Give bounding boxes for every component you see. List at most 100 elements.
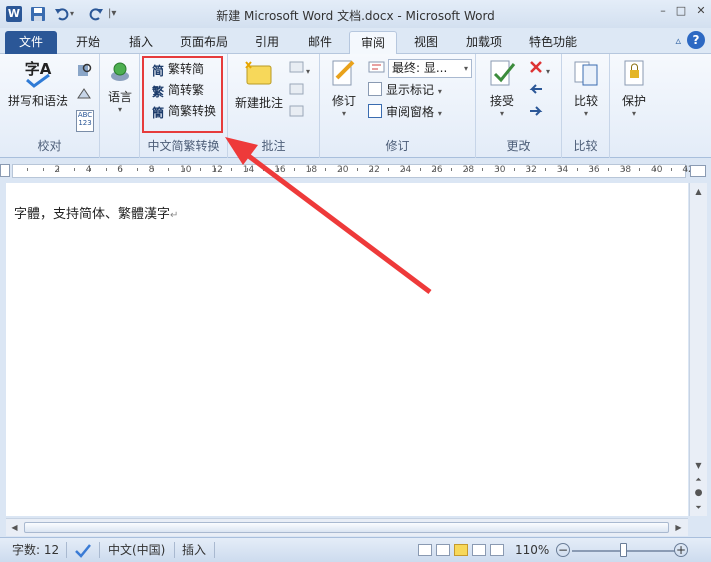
draft-view-icon[interactable]	[490, 544, 504, 556]
view-ruler-icon[interactable]	[690, 165, 706, 177]
horizontal-scroll-thumb[interactable]	[24, 522, 669, 533]
display-dropdown-icon: ▾	[463, 64, 468, 73]
tab-selector-icon[interactable]	[0, 164, 10, 177]
ruler-tick	[482, 168, 484, 171]
window-title: 新建 Microsoft Word 文档.docx - Microsoft Wo…	[216, 9, 495, 23]
new-comment-button[interactable]: 新建批注	[230, 60, 288, 111]
previous-page-icon[interactable]: ⏶	[692, 473, 705, 486]
scroll-right-icon[interactable]: ▶	[672, 521, 685, 534]
accept-button[interactable]: 接受 ▾	[482, 58, 522, 118]
ruler-number: 8	[148, 165, 155, 175]
show-markup-button[interactable]: 显示标记 ▾	[368, 80, 442, 100]
zoom-level[interactable]: 110%	[515, 542, 549, 558]
document-text[interactable]: 字體，支持简体、繁體漢字↵	[14, 203, 178, 222]
minimize-button[interactable]: –	[654, 4, 672, 18]
ruler-number: 24	[399, 165, 412, 175]
previous-change-icon[interactable]	[528, 82, 546, 102]
protect-dropdown-icon: ▾	[631, 109, 636, 118]
reject-icon[interactable]: ▾	[528, 60, 550, 80]
ruler-number: 40	[651, 165, 663, 175]
ruler-tick	[670, 168, 672, 171]
new-comment-label: 新建批注	[234, 96, 283, 110]
next-comment-icon[interactable]	[288, 104, 306, 124]
ruler-tick	[231, 168, 233, 171]
research-icon[interactable]	[76, 62, 94, 82]
tab-home[interactable]: 开始	[66, 31, 110, 54]
protect-icon	[619, 58, 649, 88]
zoom-in-icon[interactable]: +	[674, 543, 688, 557]
vertical-scrollbar[interactable]: ▲ ▼ ⏶ ● ⏷	[689, 183, 707, 516]
accept-label: 接受	[489, 94, 514, 108]
language-status[interactable]: 中文(中国)	[108, 542, 165, 558]
document-page[interactable]: 字體，支持简体、繁體漢字↵	[6, 183, 688, 516]
protect-button[interactable]: 保护 ▾	[614, 58, 654, 118]
restore-button[interactable]: □	[672, 4, 690, 18]
track-changes-dropdown-icon: ▾	[341, 109, 346, 118]
display-for-review-select[interactable]: 最终: 显... ▾	[388, 59, 472, 78]
track-changes-button[interactable]: 修订 ▾	[326, 58, 362, 118]
next-change-icon[interactable]	[528, 104, 546, 124]
proofing-status-icon[interactable]	[74, 542, 92, 558]
ruler-tick	[74, 168, 76, 171]
paragraph-mark: ↵	[170, 210, 179, 221]
ruler-tick	[293, 168, 295, 171]
ruler-number: 28	[462, 165, 475, 175]
web-layout-view-icon[interactable]	[454, 544, 468, 556]
print-layout-view-icon[interactable]	[418, 544, 432, 556]
horizontal-ruler[interactable]: 2 4 6 8 10 12 14 16 18 20 22 24 26 28 30 32 34 36 38 40 42	[12, 164, 694, 178]
full-screen-reading-view-icon[interactable]	[436, 544, 450, 556]
ruler-number: 36	[588, 165, 600, 175]
browse-object-icon[interactable]: ●	[692, 487, 705, 500]
ruler-number: 6	[117, 165, 123, 175]
compare-icon	[571, 58, 601, 88]
ruler-tick	[607, 168, 609, 171]
outline-view-icon[interactable]	[472, 544, 486, 556]
tab-review[interactable]: 审阅	[349, 31, 397, 54]
next-page-icon[interactable]: ⏷	[692, 501, 705, 514]
ruler-number: 2	[54, 165, 61, 175]
zoom-out-icon[interactable]: −	[556, 543, 570, 557]
reviewing-pane-icon	[368, 104, 382, 118]
tab-addins[interactable]: 加载项	[456, 31, 512, 54]
ruler-tick	[168, 168, 170, 171]
help-icon[interactable]: ?	[687, 31, 705, 49]
document-body-text[interactable]: 字體，支持简体、繁體漢字	[14, 207, 170, 222]
ruler-tick	[199, 168, 201, 171]
scroll-down-icon[interactable]: ▼	[692, 459, 705, 472]
language-label: 语言	[107, 90, 132, 104]
ruler-number: 18	[305, 165, 318, 175]
horizontal-scrollbar[interactable]: ◀ ▶	[6, 518, 688, 536]
word-count[interactable]: 字数: 12	[12, 542, 59, 558]
thesaurus-icon[interactable]	[76, 86, 94, 106]
group-tracking: 修订 ▾ 最终: 显... ▾ 显示标记 ▾ 审阅窗格 ▾ 修订	[320, 54, 476, 158]
reviewing-pane-button[interactable]: 审阅窗格 ▾	[368, 102, 442, 122]
tab-mailings[interactable]: 邮件	[298, 31, 342, 54]
previous-comment-icon[interactable]	[288, 82, 306, 102]
zoom-slider-thumb[interactable]	[620, 543, 627, 557]
language-button[interactable]: 语言 ▾	[104, 60, 136, 114]
tab-view[interactable]: 视图	[404, 31, 448, 54]
status-divider	[66, 542, 67, 558]
delete-comment-icon[interactable]: ▾	[288, 60, 310, 80]
compare-button[interactable]: 比较 ▾	[566, 58, 606, 118]
tab-references[interactable]: 引用	[245, 31, 289, 54]
ruler-tick	[639, 168, 641, 171]
ruler-number: 16	[274, 165, 286, 175]
ruler-number: 10	[180, 165, 192, 175]
scroll-left-icon[interactable]: ◀	[8, 521, 21, 534]
scroll-up-icon[interactable]: ▲	[692, 185, 705, 198]
insert-mode-status[interactable]: 插入	[182, 542, 206, 558]
highlight-box	[142, 56, 223, 133]
close-button[interactable]: ✕	[692, 4, 710, 18]
tab-page-layout[interactable]: 页面布局	[172, 31, 236, 54]
word-count-icon[interactable]: ABC 123	[76, 110, 94, 132]
tab-special-features[interactable]: 特色功能	[520, 31, 586, 54]
tab-insert[interactable]: 插入	[119, 31, 163, 54]
group-label-proofing: 校对	[37, 139, 62, 153]
accept-dropdown-icon: ▾	[499, 109, 504, 118]
spelling-grammar-button[interactable]: 字A 拼写和语法	[6, 58, 70, 109]
ruler-number: 30	[494, 165, 506, 175]
collapse-ribbon-icon[interactable]: ▵	[675, 34, 681, 47]
new-comment-icon	[244, 60, 274, 90]
tab-file[interactable]: 文件	[5, 31, 57, 54]
